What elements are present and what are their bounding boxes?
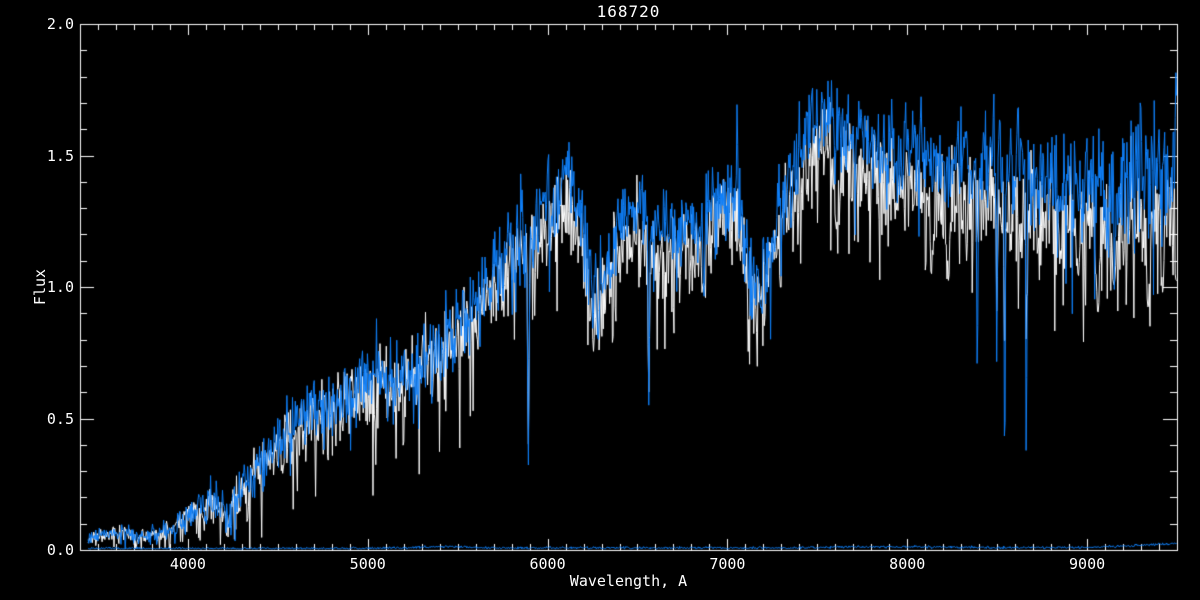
y-tick-label: 2.0: [46, 15, 74, 33]
x-axis-label: Wavelength, A: [569, 572, 688, 590]
x-tick-label: 7000: [709, 555, 746, 573]
y-tick-label: 1.0: [46, 278, 74, 296]
plot-title: 168720: [596, 2, 661, 21]
x-tick-label: 8000: [889, 555, 926, 573]
y-tick-label: 0.0: [46, 541, 74, 559]
x-tick-label: 5000: [349, 555, 386, 573]
y-tick-label: 1.5: [46, 146, 74, 165]
spectrum-canvas: [0, 0, 1200, 600]
x-tick-label: 9000: [1069, 555, 1106, 573]
x-tick-label: 4000: [169, 555, 206, 573]
y-tick-label: 0.5: [46, 409, 74, 428]
x-tick-label: 6000: [529, 555, 566, 573]
spectrum-figure: 168720 Wavelength, A Flux 4000 5000 6000 70…: [0, 0, 1200, 600]
